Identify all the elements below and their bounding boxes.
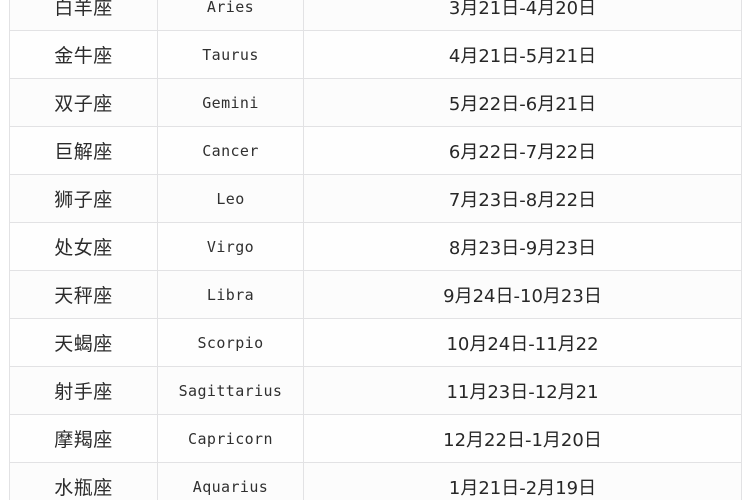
zodiac-date-range: 11月23日-12月21 (303, 366, 742, 415)
zodiac-chinese-name: 射手座 (9, 366, 158, 415)
zodiac-date-range: 8月23日-9月23日 (303, 222, 742, 271)
zodiac-english-name: Sagittarius (157, 366, 304, 415)
zodiac-date-range: 4月21日-5月21日 (303, 30, 742, 79)
zodiac-chinese-name: 天秤座 (9, 270, 158, 319)
table-row: 金牛座 Taurus 4月21日-5月21日 (9, 30, 742, 79)
table-row: 双子座 Gemini 5月22日-6月21日 (9, 78, 742, 127)
zodiac-date-range: 3月21日-4月20日 (303, 0, 742, 31)
zodiac-chinese-name: 巨解座 (9, 126, 158, 175)
zodiac-english-name: Scorpio (157, 318, 304, 367)
zodiac-chinese-name: 水瓶座 (9, 462, 158, 500)
zodiac-date-range: 9月24日-10月23日 (303, 270, 742, 319)
table-row: 天蝎座 Scorpio 10月24日-11月22 (9, 318, 742, 367)
table-row: 处女座 Virgo 8月23日-9月23日 (9, 222, 742, 271)
zodiac-chinese-name: 狮子座 (9, 174, 158, 223)
zodiac-date-table: 白羊座 Aries 3月21日-4月20日 金牛座 Taurus 4月21日-5月21日双… (9, 0, 742, 500)
zodiac-date-range: 12月22日-1月20日 (303, 414, 742, 463)
zodiac-chinese-name: 摩羯座 (9, 414, 158, 463)
zodiac-english-name: Aries (157, 0, 304, 31)
table-row: 狮子座 Leo 7月23日-8月22日 (9, 174, 742, 223)
zodiac-english-name: Libra (157, 270, 304, 319)
table-row: 天秤座 Libra 9月24日-10月23日 (9, 270, 742, 319)
zodiac-chinese-name: 金牛座 (9, 30, 158, 79)
zodiac-english-name: Aquarius (157, 462, 304, 500)
table-row: 水瓶座 Aquarius 1月21日-2月19日 (9, 462, 742, 500)
table-row: 白羊座 Aries 3月21日-4月20日 (9, 0, 742, 31)
zodiac-chinese-name: 处女座 (9, 222, 158, 271)
zodiac-english-name: Virgo (157, 222, 304, 271)
zodiac-chinese-name: 双子座 (9, 78, 158, 127)
zodiac-date-range: 10月24日-11月22 (303, 318, 742, 367)
zodiac-table-scroller: 白羊座 Aries 3月21日-4月20日 金牛座 Taurus 4月21日-5月21日双… (0, 0, 750, 500)
table-row: 射手座 Sagittarius 11月23日-12月21 (9, 366, 742, 415)
table-row: 摩羯座 Capricorn 12月22日-1月20日 (9, 414, 742, 463)
zodiac-date-range: 1月21日-2月19日 (303, 462, 742, 500)
zodiac-date-range: 7月23日-8月22日 (303, 174, 742, 223)
zodiac-english-name: Capricorn (157, 414, 304, 463)
zodiac-chinese-name: 白羊座 (9, 0, 158, 31)
zodiac-english-name: Taurus (157, 30, 304, 79)
zodiac-table-body: 白羊座 Aries 3月21日-4月20日 金牛座 Taurus 4月21日-5月21日双… (9, 0, 742, 500)
zodiac-date-range: 6月22日-7月22日 (303, 126, 742, 175)
zodiac-table-viewport: 白羊座 Aries 3月21日-4月20日 金牛座 Taurus 4月21日-5月21日双… (0, 0, 750, 500)
zodiac-english-name: Leo (157, 174, 304, 223)
zodiac-chinese-name: 天蝎座 (9, 318, 158, 367)
table-row: 巨解座 Cancer 6月22日-7月22日 (9, 126, 742, 175)
zodiac-english-name: Gemini (157, 78, 304, 127)
zodiac-date-range: 5月22日-6月21日 (303, 78, 742, 127)
zodiac-english-name: Cancer (157, 126, 304, 175)
